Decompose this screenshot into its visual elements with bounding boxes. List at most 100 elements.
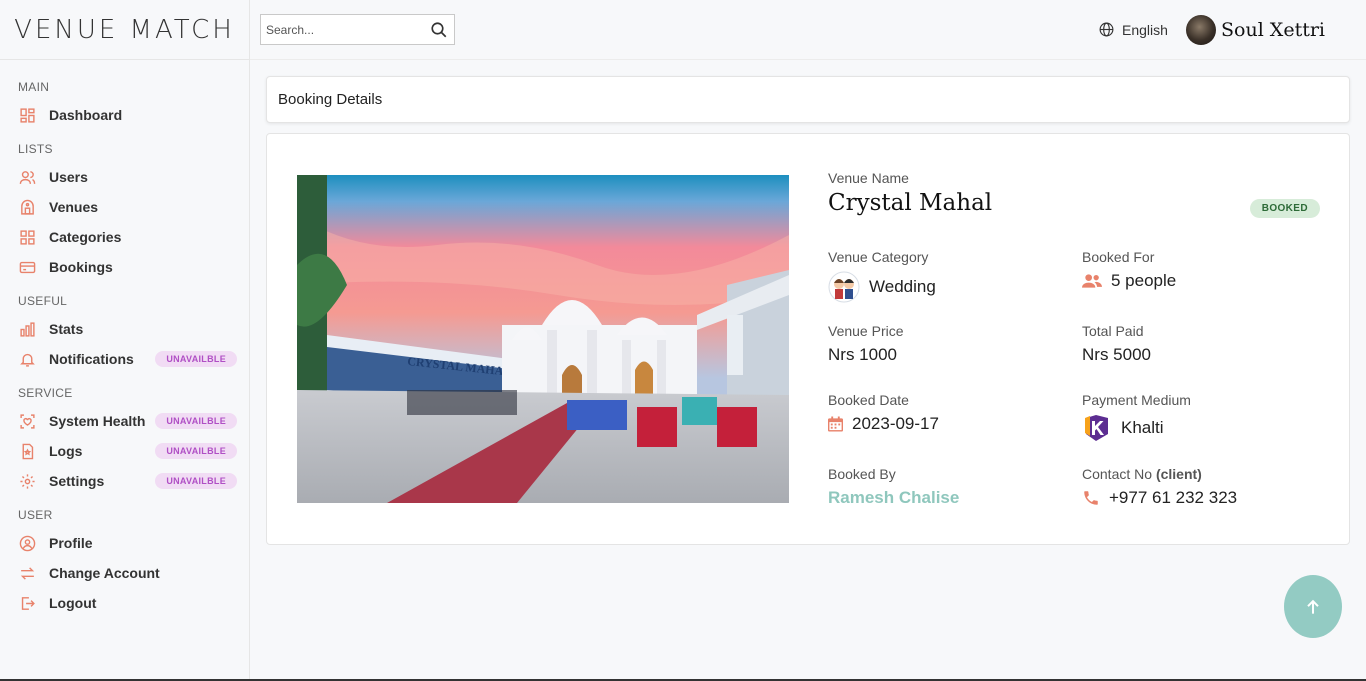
categories-icon [18,228,36,246]
sidebar-item-label: Notifications [49,351,134,367]
people-icon [1082,272,1102,290]
arrow-up-icon [1307,599,1319,614]
khalti-logo-icon [1082,414,1112,442]
search-icon[interactable] [424,21,454,39]
sidebar-item-label: System Health [49,413,146,429]
sidebar-item-label: Settings [49,473,105,489]
sidebar-item-stats[interactable]: Stats [0,314,249,344]
payment-value: Khalti [1121,418,1164,437]
language-label: English [1122,21,1168,38]
contact-value: +977 61 232 323 [1109,488,1238,507]
sidebar-nav: MAIN Dashboard LISTS Users Venues Catego… [0,60,249,618]
sidebar-item-change-account[interactable]: Change Account [0,558,249,588]
total-paid-value: Nrs 5000 [1082,345,1151,364]
venue-category-field: Venue Category Wedding [828,249,936,303]
search-input[interactable] [261,15,424,44]
booked-by-label: Booked By [828,466,896,482]
phone-icon [1082,489,1100,507]
unavailable-badge: UNAVAILBLE [155,443,237,459]
sidebar-item-label: Categories [49,229,122,245]
booked-date-label: Booked Date [828,392,909,408]
category-label: Venue Category [828,249,929,265]
price-value: Nrs 1000 [828,345,897,364]
search-box [260,14,455,45]
sidebar-item-label: Bookings [49,259,113,275]
sidebar-item-profile[interactable]: Profile [0,528,249,558]
section-title-user: USER [18,508,53,522]
unavailable-badge: UNAVAILBLE [155,351,237,367]
unavailable-badge: UNAVAILBLE [155,413,237,429]
sidebar-item-categories[interactable]: Categories [0,222,249,252]
booked-by-field: Booked By Ramesh Chalise [828,466,959,508]
booking-details-card: CRYSTAL MAHAL Venue Name Crystal Mahal B… [266,133,1350,545]
calendar-icon [828,416,843,432]
venue-price-field: Venue Price Nrs 1000 [828,323,904,365]
app-logo[interactable]: VENUE MATCH [0,0,249,60]
user-menu[interactable]: Soul Xettri [1186,15,1325,45]
sidebar-item-notifications[interactable]: Notifications UNAVAILBLE [0,344,249,374]
section-title-useful: USEFUL [18,294,68,308]
contact-suffix: (client) [1155,466,1202,482]
total-paid-field: Total Paid Nrs 5000 [1082,323,1151,365]
sidebar-item-logs[interactable]: Logs UNAVAILBLE [0,436,249,466]
user-name: Soul Xettri [1221,19,1326,41]
bell-icon [18,350,36,368]
globe-icon [1099,22,1114,37]
sidebar-item-label: Venues [49,199,99,215]
sidebar-item-label: Stats [49,321,84,337]
sidebar-item-venues[interactable]: Venues [0,192,249,222]
booked-by-link[interactable]: Ramesh Chalise [828,488,959,508]
status-badge: BOOKED [1249,199,1320,218]
language-selector[interactable]: English [1098,21,1168,38]
price-label: Venue Price [828,323,904,339]
dashboard-icon [18,106,36,124]
booked-date-value: 2023-09-17 [852,414,939,433]
sidebar-item-label: Change Account [49,565,160,581]
bookings-icon [18,258,36,276]
page-title: Booking Details [266,76,1350,123]
venue-icon [18,198,36,216]
section-title-service: SERVICE [18,386,73,400]
avatar [1186,15,1216,45]
sidebar-item-bookings[interactable]: Bookings [0,252,249,282]
total-paid-label: Total Paid [1082,323,1144,339]
profile-icon [18,534,36,552]
booked-for-value: 5 people [1111,271,1177,290]
wedding-couple-icon [828,271,860,303]
sidebar-item-logout[interactable]: Logout [0,588,249,618]
logs-icon [18,442,36,460]
payment-medium-field: Payment Medium Khalti [1082,392,1191,442]
section-title-lists: LISTS [18,142,53,156]
scroll-to-top-button[interactable] [1284,575,1342,638]
contact-label-row: Contact No (client) [1082,466,1237,482]
booked-date-field: Booked Date 2023-09-17 [828,392,939,434]
logout-icon [18,594,36,612]
sidebar-item-users[interactable]: Users [0,162,249,192]
sidebar-item-dashboard[interactable]: Dashboard [0,100,249,130]
sidebar-item-settings[interactable]: Settings UNAVAILBLE [0,466,249,496]
stats-icon [18,320,36,338]
sidebar: VENUE MATCH MAIN Dashboard LISTS Users V… [0,0,250,681]
users-icon [18,168,36,186]
sidebar-item-label: Profile [49,535,93,551]
booked-for-field: Booked For 5 people [1082,249,1176,291]
unavailable-badge: UNAVAILBLE [155,473,237,489]
sidebar-item-label: Logout [49,595,97,611]
venue-name-label: Venue Name [828,170,909,186]
sidebar-item-label: Dashboard [49,107,123,123]
health-icon [18,412,36,430]
venue-image: CRYSTAL MAHAL [297,175,789,503]
booked-for-label: Booked For [1082,249,1155,265]
swap-icon [18,564,36,582]
payment-label: Payment Medium [1082,392,1191,408]
section-title-main: MAIN [18,80,50,94]
sidebar-item-system-health[interactable]: System Health UNAVAILBLE [0,406,249,436]
contact-field: Contact No (client) +977 61 232 323 [1082,466,1237,508]
contact-label: Contact No [1082,466,1153,482]
topbar: English Soul Xettri [250,0,1366,60]
venue-name: Crystal Mahal [828,190,993,216]
sidebar-item-label: Users [49,169,88,185]
category-value: Wedding [869,277,936,296]
sidebar-item-label: Logs [49,443,83,459]
booking-details: Venue Name Crystal Mahal BOOKED Venue Ca… [828,170,1323,507]
